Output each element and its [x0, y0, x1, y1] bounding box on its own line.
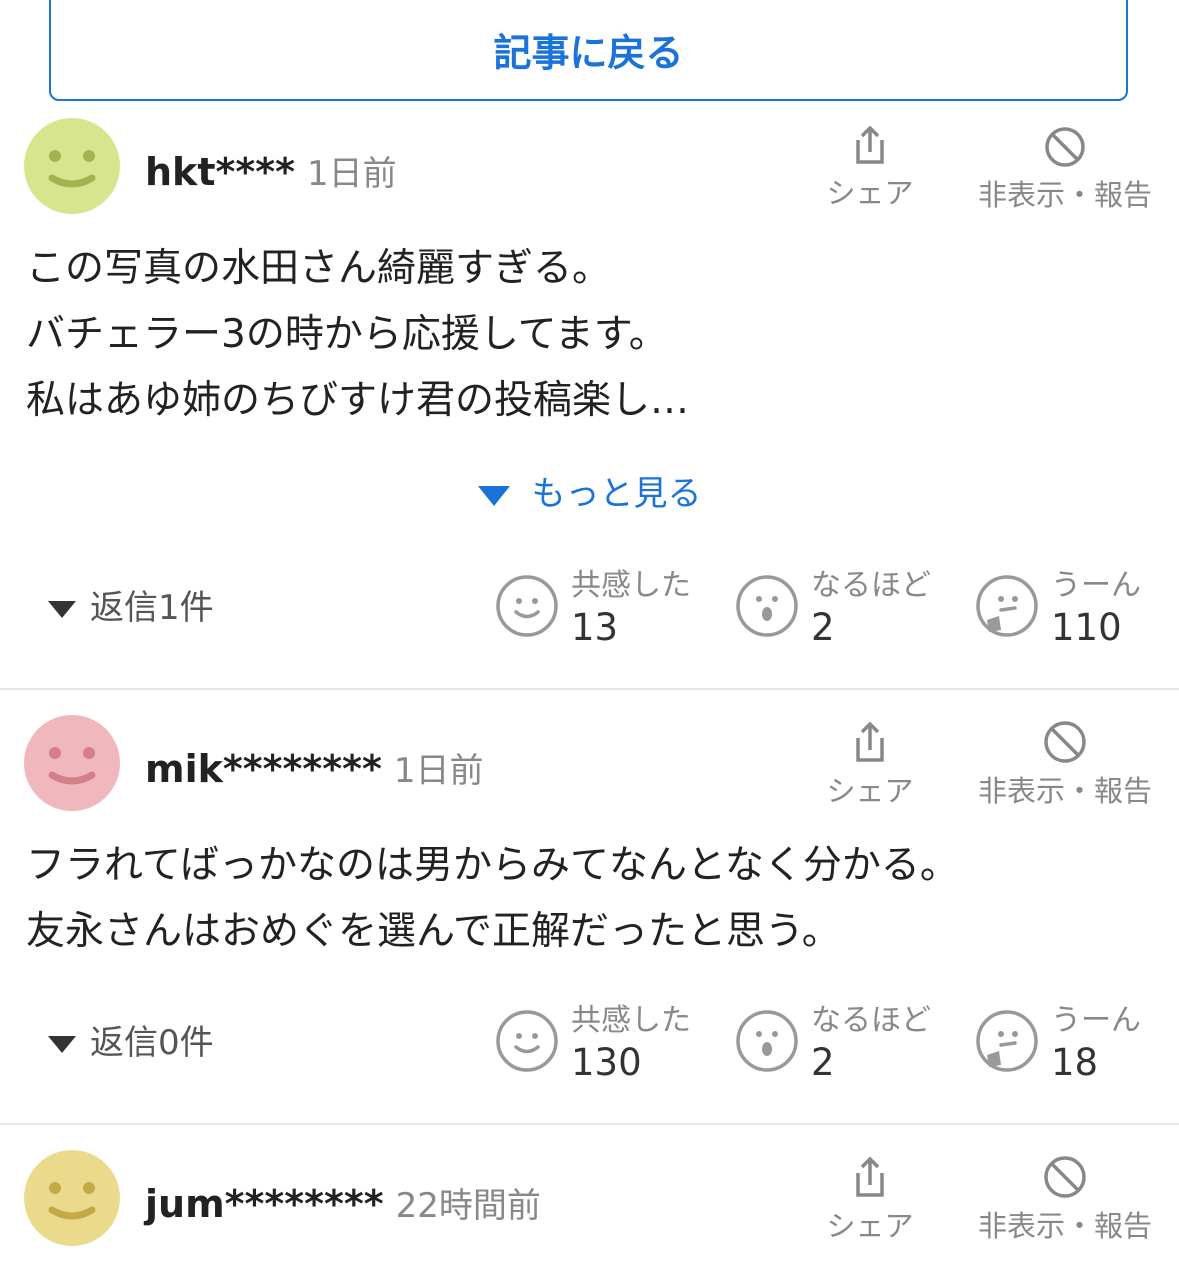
- share-icon: [856, 126, 884, 164]
- uun-count: 110: [1051, 606, 1122, 649]
- smiley-avatar-icon: [24, 118, 120, 214]
- username[interactable]: hkt**** 1日前: [145, 146, 397, 195]
- share-icon: [856, 1156, 884, 1197]
- naruhodo-count: 2: [811, 1041, 835, 1084]
- share-button[interactable]: シェア: [820, 126, 920, 212]
- naruhodo-count: 2: [811, 606, 835, 649]
- thinking-icon: [976, 575, 1038, 637]
- avatar[interactable]: [24, 1150, 120, 1246]
- block-icon: [1044, 721, 1086, 763]
- triangle-down-icon: [48, 601, 76, 618]
- surprised-icon: [736, 1010, 798, 1072]
- comment-text: この写真の水田さん綺麗すぎる。 バチェラー3の時から応援してます。 私はあゆ姉の…: [26, 246, 690, 423]
- smile-icon: [496, 1010, 558, 1072]
- hide-report-button[interactable]: 非表示・報告: [970, 720, 1160, 810]
- share-button[interactable]: シェア: [820, 720, 920, 810]
- block-icon: [1044, 1156, 1086, 1198]
- username[interactable]: mik******** 1日前: [145, 743, 484, 792]
- triangle-down-icon: [477, 485, 510, 506]
- username[interactable]: jum******** 22時間前: [145, 1178, 541, 1227]
- divider: [0, 1123, 1179, 1125]
- triangle-down-icon: [48, 1036, 76, 1053]
- reply-toggle[interactable]: 返信1件: [48, 580, 214, 629]
- empathize-count: 13: [571, 606, 619, 649]
- reply-toggle[interactable]: 返信0件: [48, 1015, 214, 1064]
- uun-count: 18: [1051, 1041, 1099, 1084]
- share-icon: [856, 721, 884, 762]
- avatar[interactable]: [24, 118, 120, 214]
- show-more-link[interactable]: もっと見る: [0, 466, 1179, 515]
- smile-icon: [496, 575, 558, 637]
- smiley-avatar-icon: [24, 1150, 120, 1246]
- smiley-avatar-icon: [24, 715, 120, 811]
- avatar[interactable]: [24, 715, 120, 811]
- comment-text: フラれてばっかなのは男からみてなんとなく分かる。 友永さんはおめぐを選んで正解だ…: [26, 843, 959, 954]
- thinking-icon: [976, 1010, 1038, 1072]
- divider: [0, 688, 1179, 690]
- post-time: 1日前: [393, 751, 484, 791]
- hide-report-button[interactable]: 非表示・報告: [970, 1155, 1160, 1245]
- back-to-article-button[interactable]: 記事に戻る: [49, 0, 1128, 101]
- surprised-icon: [736, 575, 798, 637]
- hide-report-button[interactable]: 非表示・報告: [970, 126, 1160, 214]
- share-button[interactable]: シェア: [820, 1155, 920, 1245]
- block-icon: [1045, 127, 1085, 167]
- post-time: 22時間前: [395, 1186, 541, 1226]
- post-time: 1日前: [306, 154, 397, 194]
- empathize-count: 130: [571, 1041, 642, 1084]
